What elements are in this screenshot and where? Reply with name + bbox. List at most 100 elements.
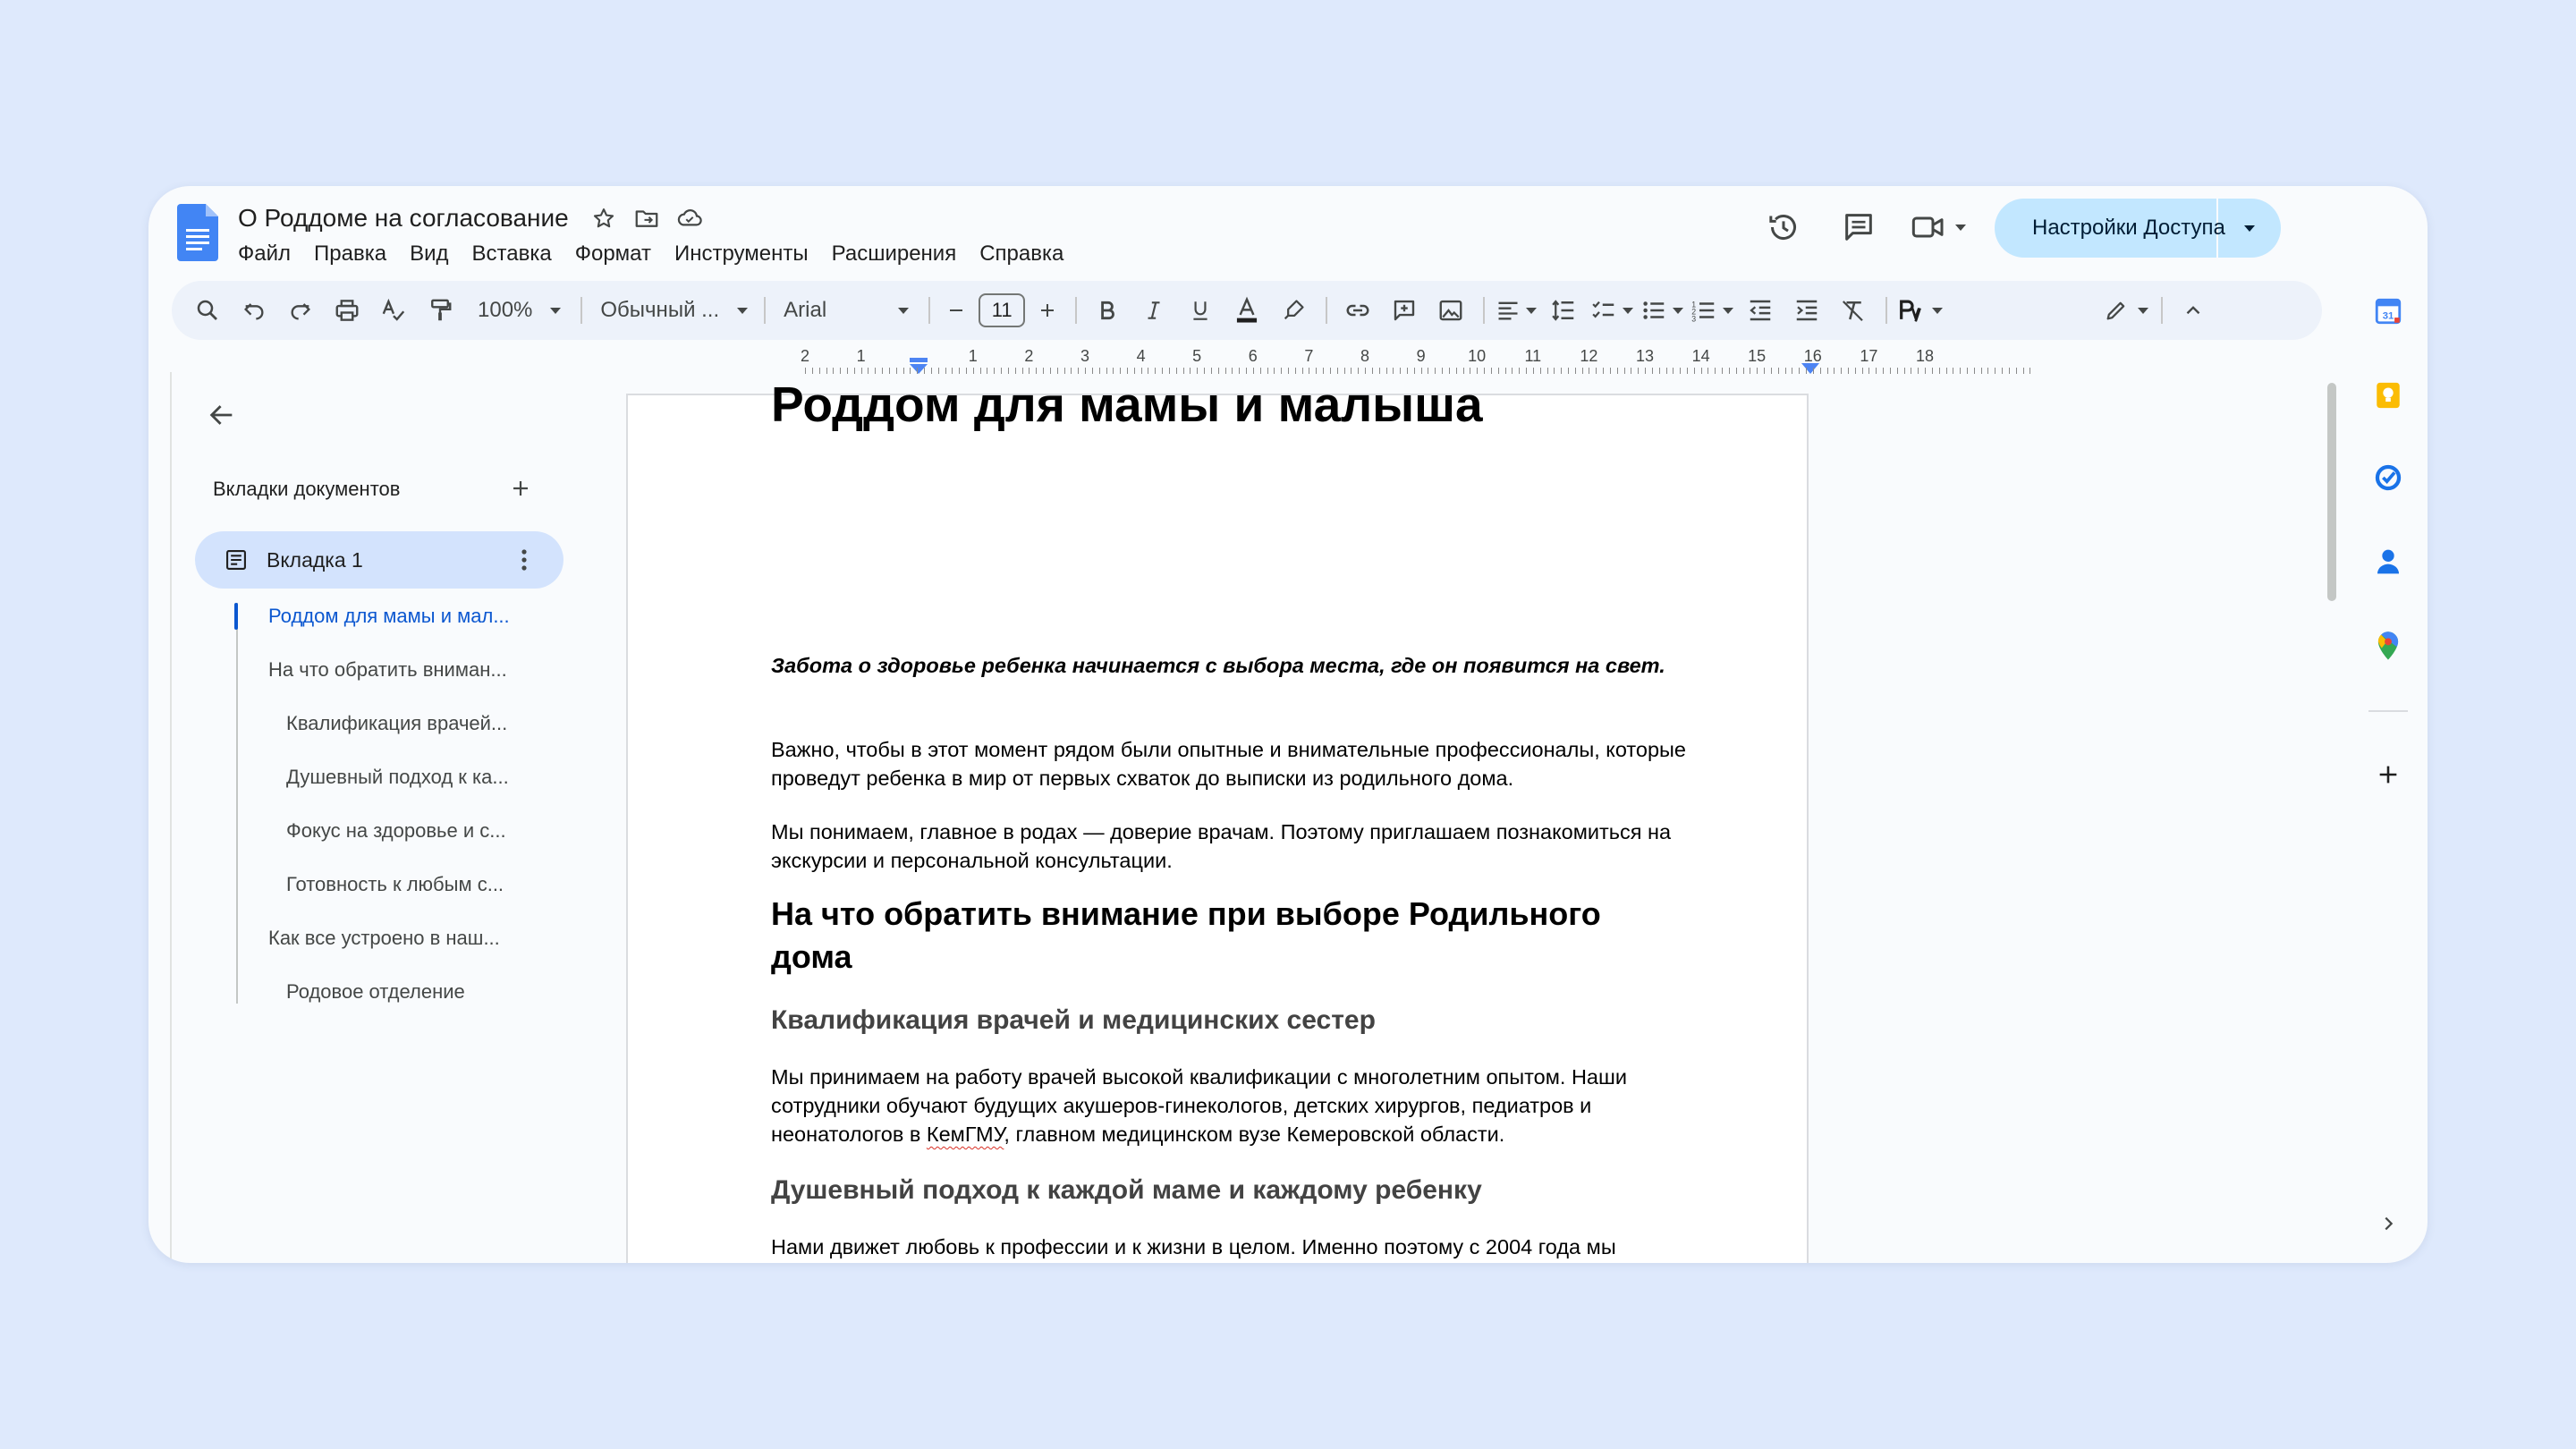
menu-view[interactable]: Вид [410,242,448,267]
ruler-tick [1645,368,1646,374]
menu-format[interactable]: Формат [575,242,651,267]
ruler-tick [1329,368,1331,374]
menu-edit[interactable]: Правка [314,242,386,267]
redo-icon[interactable] [281,289,320,332]
search-menus-icon[interactable] [188,289,227,332]
share-main-button[interactable]: Настройки Доступа [1995,199,2225,258]
menu-extensions[interactable]: Расширения [832,242,957,267]
outline-item[interactable]: Как все устроено в наш... [268,927,500,950]
ruler-tick [882,368,884,374]
outline-item[interactable]: Готовность к любым с... [286,873,504,896]
print-icon[interactable] [327,289,367,332]
increase-indent-icon[interactable] [1787,289,1826,332]
tab-more-options-icon[interactable] [506,542,542,578]
font-select[interactable]: Arial [784,289,910,332]
italic-icon[interactable] [1134,289,1174,332]
calendar-icon[interactable]: 31 [2367,290,2410,333]
add-tab-plus-icon[interactable] [503,470,538,506]
outline-item[interactable]: Роддом для мамы и мал... [268,605,510,628]
keep-icon[interactable] [2367,374,2410,417]
checklist-icon[interactable] [1590,289,1634,332]
paint-format-icon[interactable] [420,289,460,332]
outline-item[interactable]: На что обратить вниман... [268,658,507,682]
contacts-icon[interactable] [2367,540,2410,583]
insert-image-icon[interactable] [1431,289,1470,332]
outline-item[interactable]: Родовое отделение [286,980,465,1004]
toolbar-divider [1326,297,1328,324]
editing-mode-icon[interactable] [2104,289,2149,332]
ruler-tick [1336,368,1338,374]
numbered-list-dropdown-icon [1723,307,1734,314]
ruler-tick [2008,368,2010,374]
menu-tools[interactable]: Инструменты [674,242,809,267]
misspelled-word[interactable]: КемГМУ [927,1123,1004,1146]
input-tools-icon[interactable] [1898,289,1944,332]
ruler-tick [1987,368,1989,374]
ruler-tick [1113,368,1114,374]
ruler-tick [952,368,953,374]
decrease-font-size-icon[interactable] [941,289,971,332]
version-history-icon[interactable] [1762,206,1805,249]
ruler-tick [1693,368,1695,374]
cloud-saved-icon[interactable] [674,203,705,233]
move-folder-icon[interactable] [631,203,662,233]
outline-item[interactable]: Душевный подход к ка... [286,766,509,789]
hide-menus-chevron-up-icon[interactable] [2174,289,2213,332]
get-addons-plus-icon[interactable] [2367,753,2410,796]
numbered-list-icon[interactable]: 123 [1690,289,1734,332]
left-indent-marker-icon[interactable] [909,358,928,376]
line-spacing-icon[interactable] [1544,289,1583,332]
menu-file[interactable]: Файл [238,242,291,267]
ruler-tick [1651,368,1653,374]
style-select[interactable]: Обычный ... [600,289,749,332]
vertical-scrollbar-thumb[interactable] [2327,383,2336,601]
ruler-tick [1757,368,1758,374]
bulleted-list-icon[interactable] [1640,289,1684,332]
tab-1[interactable]: Вкладка 1 [195,531,564,589]
ruler-tick [826,368,827,374]
meet-dropdown-icon[interactable] [1955,224,1966,231]
undo-icon[interactable] [234,289,274,332]
comments-icon[interactable] [1837,206,1880,249]
font-size-input[interactable]: 11 [979,293,1026,327]
menu-insert[interactable]: Вставка [472,242,552,267]
menu-help[interactable]: Справка [979,242,1063,267]
insert-link-icon[interactable] [1338,289,1377,332]
show-side-panel-chevron-icon[interactable] [2367,1202,2410,1245]
document-title[interactable]: О Роддоме на согласование [238,204,569,233]
ruler-tick [1539,368,1541,374]
zoom-select[interactable]: 100% [478,289,562,332]
ruler-tick [1770,368,1772,374]
outline-item[interactable]: Квалификация врачей... [286,712,507,735]
ruler-tick [1407,368,1408,374]
maps-icon[interactable] [2367,624,2410,667]
docs-logo-icon[interactable] [177,204,218,261]
bold-icon[interactable] [1088,289,1127,332]
clear-formatting-icon[interactable] [1834,289,1873,332]
meet-video-icon[interactable] [1898,206,1979,249]
align-icon[interactable] [1496,289,1538,332]
horizontal-ruler[interactable]: 2 1 1 2 3 4 5 6 7 8 9 10 11 12 13 14 15 16 17 18 [628,345,2031,377]
highlight-color-icon[interactable] [1274,289,1313,332]
decrease-indent-icon[interactable] [1741,289,1780,332]
star-icon[interactable] [589,203,619,233]
spellcheck-icon[interactable] [374,289,413,332]
ruler-tick [1484,368,1485,374]
ruler-tick [1316,368,1318,374]
ruler-number: 2 [1024,347,1034,365]
back-arrow-icon[interactable] [202,395,242,435]
toolbar-divider [2161,297,2164,324]
toolbar-divider [1885,297,1888,324]
tasks-icon[interactable] [2367,456,2410,499]
add-comment-icon[interactable] [1385,289,1424,332]
outline-item[interactable]: Фокус на здоровье и с... [286,819,506,843]
ruler-tick [1190,368,1191,374]
underline-icon[interactable] [1181,289,1220,332]
text-color-icon[interactable] [1227,289,1267,332]
increase-font-size-icon[interactable] [1032,289,1063,332]
share-dropdown[interactable] [2218,225,2281,232]
ruler-tick [1371,368,1373,374]
ruler-tick [1596,368,1597,374]
share-button[interactable]: Настройки Доступа [1995,199,2281,258]
align-dropdown-icon [1526,307,1538,314]
